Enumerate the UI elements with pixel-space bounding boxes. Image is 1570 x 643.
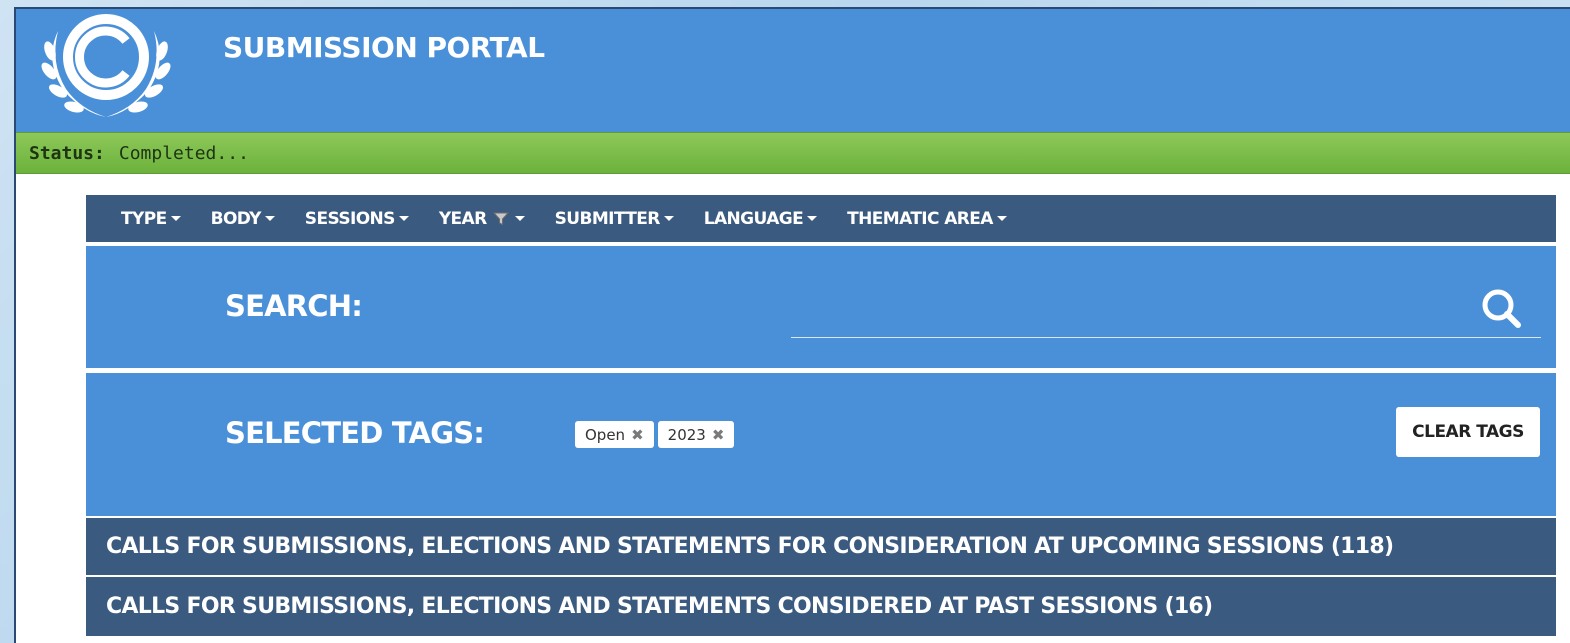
portal-title: SUBMISSION PORTAL — [223, 31, 545, 64]
filter-funnel-icon — [492, 212, 509, 225]
caret-down-icon — [807, 216, 818, 221]
caret-down-icon — [663, 216, 674, 221]
unfccc-emblem-icon[interactable] — [36, 11, 176, 121]
tag-chip: 2023 ✖ — [657, 421, 735, 448]
nav-thematic-area-label: THEMATIC AREA — [847, 208, 993, 229]
nav-submitter-dropdown[interactable]: SUBMITTER — [555, 209, 674, 229]
nav-language-label: LANGUAGE — [703, 208, 804, 229]
search-label: SEARCH: — [225, 289, 363, 323]
accordion-past-sessions[interactable]: CALLS FOR SUBMISSIONS, ELECTIONS AND STA… — [86, 577, 1556, 636]
remove-tag-icon[interactable]: ✖ — [712, 426, 725, 444]
tag-label: 2023 — [667, 425, 706, 444]
status-label: Status: — [29, 142, 105, 164]
nav-year-label: YEAR — [438, 208, 487, 229]
nav-thematic-area-dropdown[interactable]: THEMATIC AREA — [847, 209, 1007, 229]
accordion-title: CALLS FOR SUBMISSIONS, ELECTIONS AND STA… — [106, 534, 1394, 559]
status-value: Completed... — [118, 142, 249, 164]
search-input[interactable] — [791, 286, 1541, 338]
nav-body-dropdown[interactable]: BODY — [211, 209, 275, 229]
nav-type-dropdown[interactable]: TYPE — [121, 209, 181, 229]
caret-down-icon — [170, 216, 181, 221]
caret-down-icon — [398, 216, 409, 221]
nav-sessions-dropdown[interactable]: SESSIONS — [305, 209, 409, 229]
tag-chip: Open ✖ — [575, 421, 654, 448]
search-panel: SEARCH: — [86, 246, 1556, 368]
caret-down-icon — [514, 216, 525, 221]
status-bar: Status: Completed... — [16, 132, 1570, 174]
selected-tags-panel: SELECTED TAGS: Open ✖ 2023 ✖ CLEAR TAGS — [86, 373, 1556, 516]
nav-body-label: BODY — [210, 208, 262, 229]
remove-tag-icon[interactable]: ✖ — [631, 426, 644, 444]
nav-language-dropdown[interactable]: LANGUAGE — [703, 208, 818, 229]
nav-submitter-label: SUBMITTER — [554, 208, 661, 229]
caret-down-icon — [996, 216, 1007, 221]
nav-type-label: TYPE — [121, 208, 167, 229]
tag-list: Open ✖ 2023 ✖ — [575, 421, 735, 448]
portal-header: SUBMISSION PORTAL — [16, 9, 1570, 132]
filter-navbar: TYPE BODY SESSIONS YEAR SUBMITTER LANGUA… — [86, 195, 1556, 242]
clear-tags-button[interactable]: CLEAR TAGS — [1396, 407, 1540, 457]
nav-sessions-label: SESSIONS — [304, 208, 396, 229]
tag-label: Open — [585, 425, 626, 444]
search-icon[interactable] — [1479, 286, 1525, 332]
accordion-title: CALLS FOR SUBMISSIONS, ELECTIONS AND STA… — [106, 594, 1213, 619]
caret-down-icon — [264, 216, 275, 221]
accordion-upcoming-sessions[interactable]: CALLS FOR SUBMISSIONS, ELECTIONS AND STA… — [86, 518, 1556, 575]
selected-tags-label: SELECTED TAGS: — [225, 416, 485, 450]
nav-year-dropdown[interactable]: YEAR — [439, 209, 525, 229]
